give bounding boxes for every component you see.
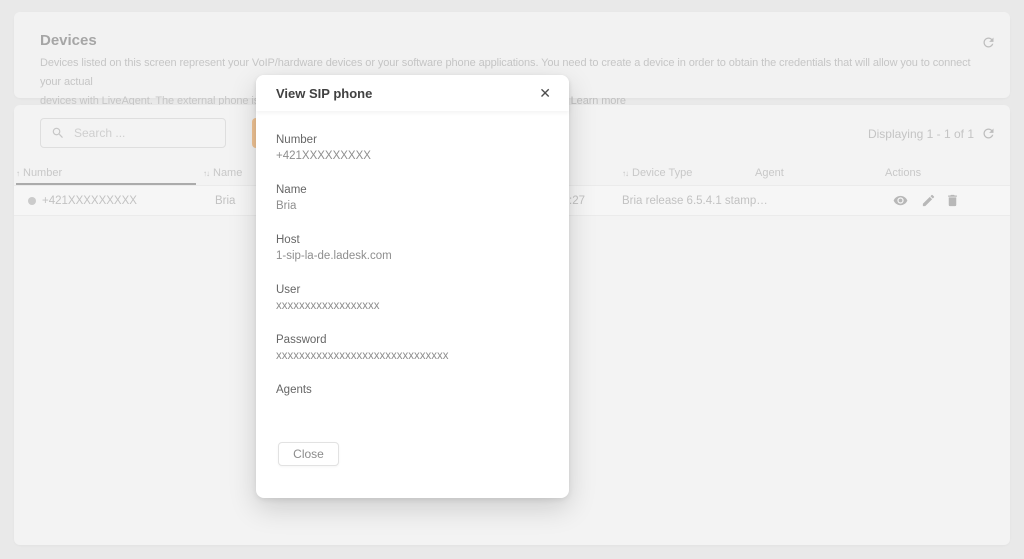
search-box[interactable]	[40, 118, 226, 148]
pagination: Displaying 1 - 1 of 1	[868, 126, 996, 141]
delete-device-icon[interactable]	[945, 193, 960, 208]
close-button[interactable]: Close	[278, 442, 339, 466]
device-status-dot	[28, 197, 36, 205]
column-header-device-type[interactable]: ↑↓Device Type	[622, 167, 692, 179]
refresh-icon[interactable]	[981, 35, 997, 51]
modal-header: View SIP phone ✕	[256, 75, 569, 111]
column-header-number[interactable]: ↑Number	[16, 167, 62, 179]
edit-device-icon[interactable]	[921, 193, 936, 208]
field-label: Agents	[276, 382, 549, 398]
view-sip-phone-modal: View SIP phone ✕ Number +421XXXXXXXXX Na…	[256, 75, 569, 498]
sort-icon: ↑↓	[622, 169, 628, 178]
field-value: xxxxxxxxxxxxxxxxxxxxxxxxxxxxxx	[276, 348, 549, 364]
refresh-list-icon[interactable]	[981, 126, 996, 141]
field-value: 1-sip-la-de.ladesk.com	[276, 248, 549, 264]
field-agents: Agents	[276, 382, 549, 414]
row-cell-device-type: Bria release 6.5.4.1 stamp…	[622, 195, 768, 207]
field-value: Bria	[276, 198, 549, 214]
field-value	[276, 398, 549, 414]
field-label: Host	[276, 232, 549, 248]
close-icon[interactable]: ✕	[537, 84, 553, 102]
page-title: Devices	[40, 32, 97, 49]
sort-asc-icon: ↑	[16, 169, 19, 178]
row-cell-number: +421XXXXXXXXX	[42, 195, 137, 207]
field-name: Name Bria	[276, 182, 549, 214]
search-icon	[51, 126, 65, 140]
view-device-icon[interactable]	[893, 193, 908, 208]
row-cell-partial-value: :27	[569, 195, 585, 207]
pagination-label: Displaying 1 - 1 of 1	[868, 127, 974, 141]
field-value: xxxxxxxxxxxxxxxxxx	[276, 298, 549, 314]
field-label: User	[276, 282, 549, 298]
field-label: Name	[276, 182, 549, 198]
field-label: Number	[276, 132, 549, 148]
column-header-actions: Actions	[885, 167, 921, 179]
field-host: Host 1-sip-la-de.ladesk.com	[276, 232, 549, 264]
search-input[interactable]	[74, 126, 214, 140]
field-number: Number +421XXXXXXXXX	[276, 132, 549, 164]
column-header-name[interactable]: ↑↓Name	[203, 167, 242, 179]
field-value: +421XXXXXXXXX	[276, 148, 549, 164]
field-user: User xxxxxxxxxxxxxxxxxx	[276, 282, 549, 314]
field-password: Password xxxxxxxxxxxxxxxxxxxxxxxxxxxxxx	[276, 332, 549, 364]
sort-icon: ↑↓	[203, 169, 209, 178]
modal-body: Number +421XXXXXXXXX Name Bria Host 1-si…	[256, 111, 569, 414]
row-cell-name: Bria	[215, 195, 235, 207]
column-header-agent: Agent	[755, 167, 784, 179]
modal-title: View SIP phone	[276, 86, 372, 101]
field-label: Password	[276, 332, 549, 348]
